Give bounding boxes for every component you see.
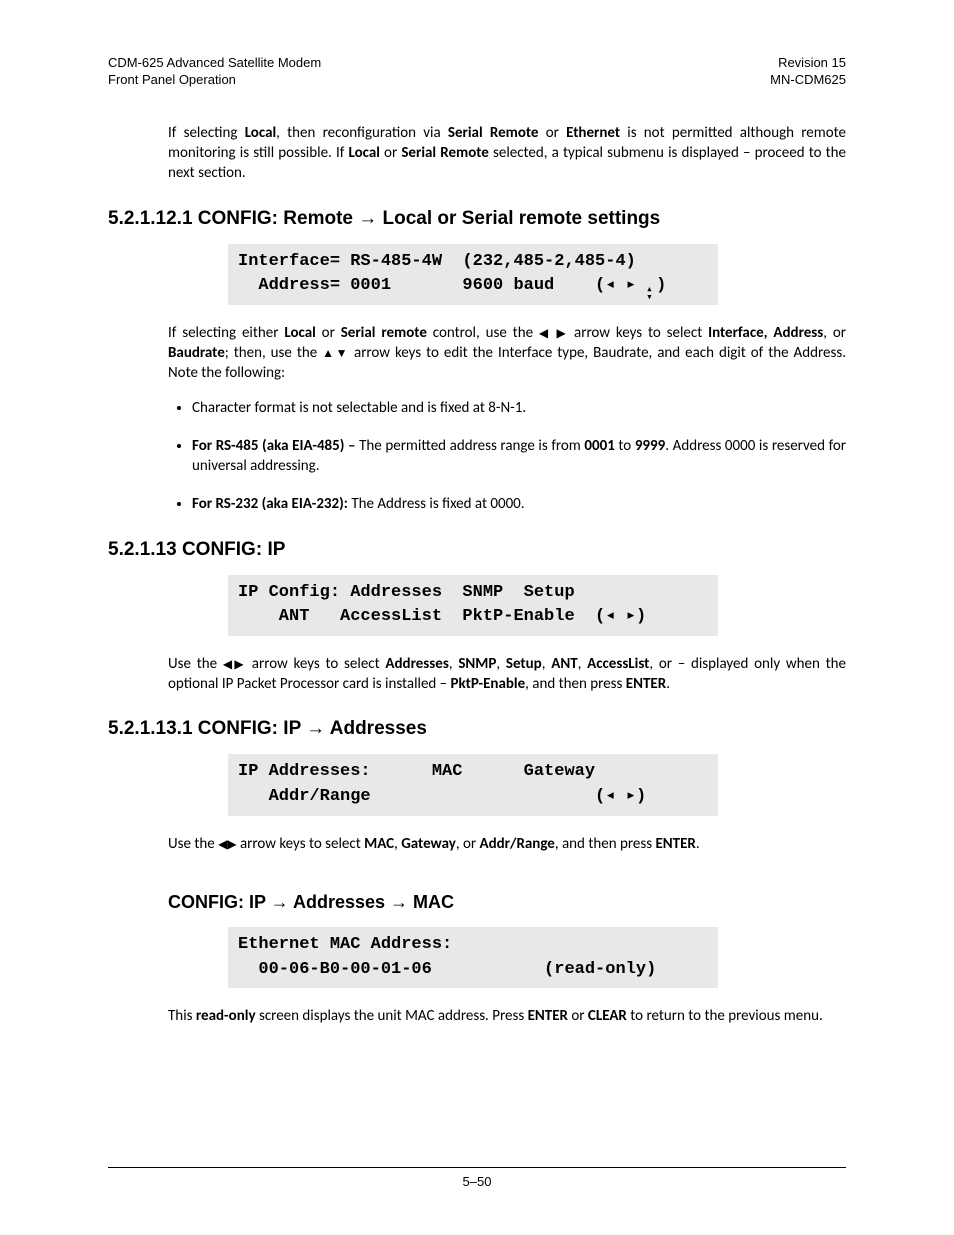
lcd-line: IP Config: Addresses SNMP Setup <box>238 583 575 602</box>
lcd-line: ANT AccessList PktP-Enable ( <box>238 607 605 626</box>
page: CDM-625 Advanced Satellite Modem Front P… <box>0 0 954 1235</box>
bullet-item: For RS-232 (aka EIA-232): The Address is… <box>192 494 846 514</box>
right-arrow-icon: ▸ <box>626 787 636 806</box>
lcd-line: Ethernet MAC Address: <box>238 935 452 954</box>
mac-paragraph: This read-only screen displays the unit … <box>168 1006 846 1026</box>
heading-ip-mac: CONFIG: IP → Addresses → MAC <box>168 892 846 913</box>
lcd-mac-address: Ethernet MAC Address: 00-06-B0-00-01-06 … <box>228 927 718 988</box>
lcd-line: ) <box>656 276 666 295</box>
lcd-line: Interface= RS-485-4W (232,485-2,485-4) <box>238 252 636 271</box>
page-header: CDM-625 Advanced Satellite Modem Front P… <box>108 55 846 89</box>
heading-config-ip: 5.2.1.13 CONFIG: IP <box>108 539 846 561</box>
remote-settings-bullets: Character format is not selectable and i… <box>168 398 846 515</box>
header-revision: Revision 15 <box>770 55 846 72</box>
lcd-config-ip: IP Config: Addresses SNMP Setup ANT Acce… <box>228 575 718 636</box>
header-docnum: MN-CDM625 <box>770 72 846 89</box>
header-section: Front Panel Operation <box>108 72 321 89</box>
page-number: 5–50 <box>463 1174 492 1189</box>
lcd-line: ) <box>636 607 646 626</box>
left-arrow-icon: ◂ <box>605 787 615 806</box>
intro-paragraph: If selecting Local, then reconfiguration… <box>168 123 846 184</box>
header-product: CDM-625 Advanced Satellite Modem <box>108 55 321 72</box>
left-arrow-icon: ◂ <box>605 607 615 626</box>
lcd-line: ) <box>636 787 646 806</box>
bullet-item: For RS-485 (aka EIA-485) – The permitted… <box>192 436 846 477</box>
ip-addresses-paragraph: Use the ◀▶ arrow keys to select MAC, Gat… <box>168 834 846 854</box>
config-ip-paragraph: Use the ◀▶ arrow keys to select Addresse… <box>168 654 846 695</box>
lcd-line: Addr/Range ( <box>238 787 605 806</box>
lcd-remote-settings: Interface= RS-485-4W (232,485-2,485-4) A… <box>228 244 718 305</box>
heading-ip-addresses: 5.2.1.13.1 CONFIG: IP → Addresses <box>108 718 846 740</box>
bullet-item: Character format is not selectable and i… <box>192 398 846 418</box>
right-arrow-icon: ▸ <box>626 607 636 626</box>
page-footer: 5–50 <box>108 1167 846 1189</box>
right-arrow-icon: ▸ <box>626 276 636 295</box>
header-right: Revision 15 MN-CDM625 <box>770 55 846 89</box>
lcd-ip-addresses: IP Addresses: MAC Gateway Addr/Range (◂ … <box>228 754 718 815</box>
lcd-line: Address= 0001 9600 baud ( <box>238 276 605 295</box>
heading-remote-settings: 5.2.1.12.1 CONFIG: Remote → Local or Ser… <box>108 208 846 230</box>
left-arrow-icon: ◂ <box>605 276 615 295</box>
lcd-line: IP Addresses: MAC Gateway <box>238 762 595 781</box>
lcd-line: 00-06-B0-00-01-06 (read-only) <box>238 960 656 979</box>
header-left: CDM-625 Advanced Satellite Modem Front P… <box>108 55 321 89</box>
content: If selecting Local, then reconfiguration… <box>108 123 846 1027</box>
remote-settings-paragraph: If selecting either Local or Serial remo… <box>168 323 846 384</box>
